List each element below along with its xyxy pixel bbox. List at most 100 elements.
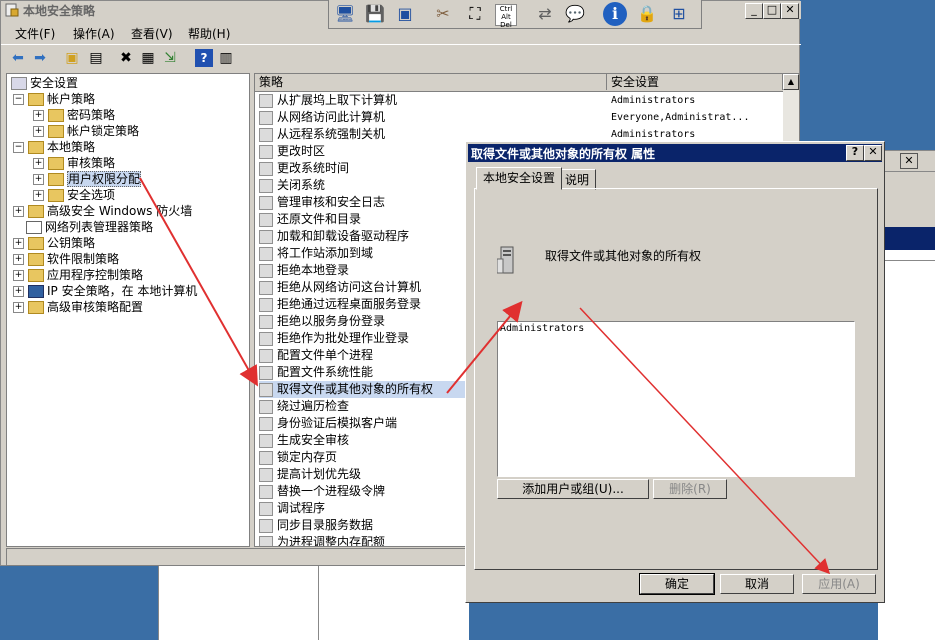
delete-icon[interactable]: ✖ [117, 49, 135, 67]
dialog-close-button[interactable]: ✕ [864, 145, 882, 161]
table-row[interactable]: 为进程调整内存配额 [259, 534, 385, 546]
table-row[interactable]: 身份验证后模拟客户端 [259, 415, 397, 432]
chat-bubble-icon[interactable]: 💬 [563, 2, 587, 26]
remote-computer-icon[interactable]: ▣ [393, 2, 417, 26]
expand-icon[interactable]: + [13, 270, 24, 281]
column-header-policy[interactable]: 策略 [255, 74, 607, 90]
tree-root[interactable]: 安全设置 [11, 75, 78, 91]
table-row[interactable]: 绕过遍历检查 [259, 398, 349, 415]
show-hide-tree-icon[interactable]: ▤ [87, 49, 105, 67]
forward-icon[interactable]: ➡ [31, 49, 49, 67]
account-item[interactable]: Administrators [500, 323, 584, 334]
fullscreen-icon[interactable]: ⛶ [463, 2, 487, 26]
tree-item-user-rights[interactable]: + 用户权限分配 [33, 171, 142, 187]
menu-help[interactable]: 帮助(H) [188, 25, 230, 42]
policy-icon [259, 229, 273, 244]
tree-item-firewall[interactable]: + 高级安全 Windows 防火墙 [13, 203, 192, 219]
table-row[interactable]: 将工作站添加到域 [259, 245, 373, 262]
save-icon[interactable]: 💾 [363, 2, 387, 26]
console-icon[interactable]: ▥ [217, 49, 235, 67]
menu-action[interactable]: 操作(A) [73, 25, 115, 42]
expand-icon[interactable]: + [13, 206, 24, 217]
tab-local-security-setting[interactable]: 本地安全设置 [476, 167, 563, 190]
help-icon[interactable]: ? [195, 49, 213, 67]
tab-explain[interactable]: 说明 [558, 169, 597, 190]
table-row[interactable]: 提高计划优先级 [259, 466, 361, 483]
computer-monitor-icon[interactable]: 🖥 [333, 2, 357, 26]
tree-item-app-control[interactable]: + 应用程序控制策略 [13, 267, 143, 283]
table-row[interactable]: 取得文件或其他对象的所有权 [259, 381, 467, 398]
info-icon[interactable]: i [603, 2, 627, 26]
policy-icon [259, 195, 273, 210]
expand-icon[interactable]: + [33, 126, 44, 137]
table-row[interactable]: 还原文件和目录 [259, 211, 361, 228]
table-row[interactable]: 关闭系统 [259, 177, 325, 194]
maximize-button[interactable]: □ [763, 3, 781, 19]
table-row[interactable]: 配置文件单个进程 [259, 347, 373, 364]
lock-icon[interactable]: 🔒 [635, 2, 659, 26]
table-row[interactable]: 拒绝本地登录 [259, 262, 349, 279]
table-row[interactable]: 替换一个进程级令牌 [259, 483, 385, 500]
table-row[interactable]: 同步目录服务数据 [259, 517, 373, 534]
tree-item-ip-security[interactable]: + IP 安全策略，在 本地计算机 [13, 283, 197, 299]
expand-icon[interactable]: + [33, 110, 44, 121]
tree-item-software-restriction[interactable]: + 软件限制策略 [13, 251, 119, 267]
expand-icon[interactable]: + [13, 286, 24, 297]
table-row[interactable]: 拒绝从网络访问这台计算机 [259, 279, 421, 296]
tree-item-account-policy[interactable]: − 帐户策略 [13, 91, 95, 107]
tree-item-network-list[interactable]: 网络列表管理器策略 [26, 219, 153, 235]
table-row[interactable]: 从远程系统强制关机 [259, 126, 385, 143]
table-row[interactable]: 从扩展坞上取下计算机 [259, 92, 397, 109]
collapse-icon[interactable]: − [13, 94, 24, 105]
expand-icon[interactable]: + [13, 254, 24, 265]
table-row[interactable]: 配置文件系统性能 [259, 364, 373, 381]
table-row[interactable]: 拒绝通过远程桌面服务登录 [259, 296, 421, 313]
table-row[interactable]: 调试程序 [259, 500, 325, 517]
menu-file[interactable]: 文件(F) [15, 25, 55, 42]
export-list-icon[interactable]: ⇲ [161, 49, 179, 67]
dialog-help-button[interactable]: ? [846, 145, 864, 161]
tree-item-security-options[interactable]: + 安全选项 [33, 187, 115, 203]
tree-item-lockout-policy[interactable]: + 帐户锁定策略 [33, 123, 139, 139]
account-listbox[interactable]: Administrators [497, 321, 855, 477]
table-row[interactable]: 更改时区 [259, 143, 325, 160]
table-row[interactable]: 拒绝作为批处理作业登录 [259, 330, 409, 347]
network-icon[interactable]: ⊞ [667, 2, 691, 26]
table-row[interactable]: 管理审核和安全日志 [259, 194, 385, 211]
switch-arrows-icon[interactable]: ⇄ [533, 2, 557, 26]
table-row[interactable]: 更改系统时间 [259, 160, 349, 177]
expand-icon[interactable]: + [13, 238, 24, 249]
add-user-or-group-button[interactable]: 添加用户或组(U)... [497, 479, 649, 499]
table-row[interactable]: 加载和卸载设备驱动程序 [259, 228, 409, 245]
table-row[interactable]: 拒绝以服务身份登录 [259, 313, 385, 330]
ok-button[interactable]: 确定 [639, 573, 715, 595]
up-folder-icon[interactable]: ▣ [63, 49, 81, 67]
table-row[interactable]: 生成安全审核 [259, 432, 349, 449]
table-row[interactable]: 锁定内存页 [259, 449, 337, 466]
column-header-setting[interactable]: 安全设置 [607, 74, 783, 90]
remove-button[interactable]: 删除(R) [653, 479, 727, 499]
back-icon[interactable]: ⬅ [9, 49, 27, 67]
expand-icon[interactable]: + [13, 302, 24, 313]
ctrl-alt-del-icon[interactable]: Ctrl Alt Del [495, 4, 517, 29]
tree-item-local-policy[interactable]: − 本地策略 [13, 139, 95, 155]
expand-icon[interactable]: + [33, 158, 44, 169]
expand-icon[interactable]: + [33, 174, 44, 185]
tree-item-public-key[interactable]: + 公钥策略 [13, 235, 95, 251]
properties-icon[interactable]: ▦ [139, 49, 157, 67]
policy-icon [259, 161, 273, 176]
tree-item-advanced-audit[interactable]: + 高级审核策略配置 [13, 299, 143, 315]
apply-button[interactable]: 应用(A) [802, 574, 876, 594]
tools-icon[interactable]: ✂ [431, 2, 455, 26]
tree-item-password-policy[interactable]: + 密码策略 [33, 107, 115, 123]
background-close-button[interactable]: ✕ [900, 153, 918, 169]
scroll-up-icon[interactable]: ▲ [783, 74, 799, 90]
table-row[interactable]: 从网络访问此计算机 [259, 109, 385, 126]
menu-view[interactable]: 查看(V) [131, 25, 173, 42]
expand-icon[interactable]: + [33, 190, 44, 201]
collapse-icon[interactable]: − [13, 142, 24, 153]
cancel-button[interactable]: 取消 [720, 574, 794, 594]
minimize-button[interactable]: _ [745, 3, 763, 19]
tree-item-audit-policy[interactable]: + 审核策略 [33, 155, 115, 171]
close-button[interactable]: ✕ [781, 3, 799, 19]
